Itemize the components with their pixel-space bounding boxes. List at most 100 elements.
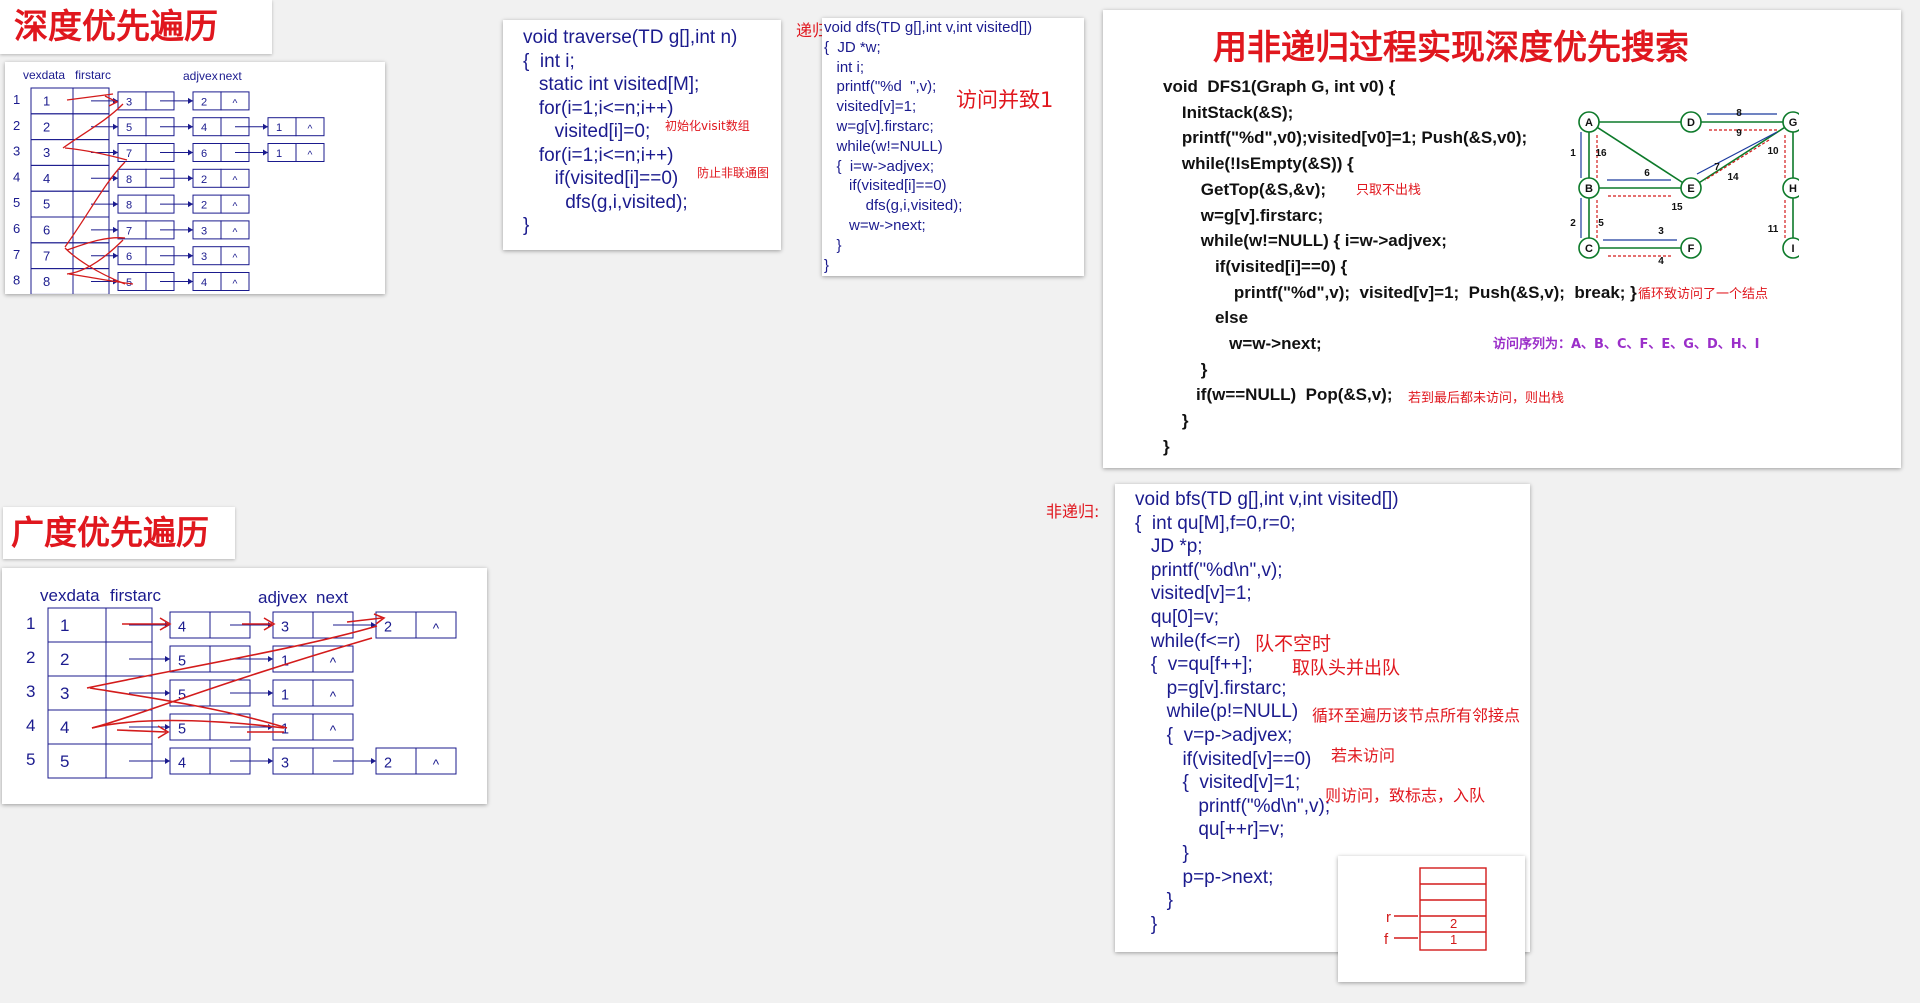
vertex-cell	[30, 87, 74, 115]
code-line: { i=w->adjvex;	[824, 157, 935, 175]
vertex-cell	[47, 641, 107, 677]
vertex-value: 2	[60, 650, 69, 669]
code-line: else	[1163, 308, 1249, 328]
adjvex-value: 1	[281, 654, 289, 670]
dfs-recursive-card: void dfs(TD g[],int v,int visited[]) { JD…	[822, 18, 1084, 276]
adjvex-value: 1	[276, 148, 282, 160]
code-line: void DFS1(Graph G, int v0) {	[1163, 77, 1396, 96]
vertex-cell	[30, 164, 74, 192]
vertex-value: 2	[43, 119, 50, 134]
code-line: void dfs(TD g[],int v,int visited[])	[824, 19, 1033, 36]
dfs-recursive-code: void dfs(TD g[],int v,int visited[]) { JD…	[824, 18, 1032, 275]
adjvex-value: 2	[201, 96, 207, 108]
null-marker: ^	[308, 124, 313, 135]
arrow-head	[188, 123, 193, 130]
vertex-cell	[30, 216, 74, 244]
arrow-head	[113, 175, 118, 182]
code-line: if(w==NULL) Pop(&S,v);	[1163, 385, 1393, 405]
null-marker: ^	[233, 176, 238, 187]
edge-label: 5	[1598, 218, 1604, 229]
code-line: }	[824, 256, 830, 274]
edge-label: 6	[1644, 168, 1650, 179]
dfs-nonrecursive-slide: 用非递归过程实现深度优先搜索 void DFS1(Graph G, int v0…	[1103, 10, 1901, 468]
code-line: void traverse(TD g[],int n)	[523, 27, 738, 48]
arrow-head	[371, 758, 376, 764]
note-unvisited: 若未访问	[1331, 746, 1396, 765]
header-firstarc: firstarc	[75, 68, 111, 82]
vertex-value: 7	[43, 248, 50, 263]
vertex-value: 5	[60, 752, 69, 771]
row-index: 2	[13, 118, 20, 133]
null-marker: ^	[233, 98, 238, 109]
graph-node-label: G	[1789, 117, 1798, 129]
row-index: 5	[13, 195, 20, 210]
header-next: next	[316, 588, 348, 607]
vertex-value: 4	[43, 171, 50, 186]
null-marker: ^	[233, 253, 238, 264]
note-loop-visited: 循环致访问了一个结点	[1638, 287, 1769, 302]
arrow-head	[188, 175, 193, 182]
code-line: printf("%d",v); visited[v]=1; Push(&S,v)…	[1163, 282, 1637, 302]
dfs-heading: 深度优先遍历	[0, 0, 272, 54]
graph-node-label: A	[1585, 117, 1593, 129]
note-queue-not-empty: 队不空时	[1255, 633, 1332, 655]
arrow-head	[263, 149, 268, 156]
adjvex-value: 8	[126, 174, 132, 186]
code-line: }	[1163, 436, 1170, 456]
arrow-head	[165, 690, 170, 696]
row-index: 2	[26, 648, 35, 667]
queue-cell-2: 2	[1450, 916, 1457, 931]
edge-label: 7	[1714, 162, 1720, 173]
arrow-head	[268, 690, 273, 696]
code-line: w=g[v].firstarc;	[824, 117, 934, 135]
arrow-head	[188, 149, 193, 156]
arrow-head	[113, 149, 118, 156]
adjvex-value: 8	[126, 200, 132, 212]
edge-label: 10	[1767, 146, 1779, 157]
code-line: while(w!=NULL)	[824, 137, 943, 155]
adjvex-cell	[169, 713, 211, 741]
code-line: { int qu[M],f=0,r=0;	[1135, 512, 1296, 534]
row-index: 6	[13, 221, 20, 236]
null-marker: ^	[233, 227, 238, 238]
graph-diagram: ABCDEFGHI11625346157148910131112	[1570, 108, 1799, 267]
arrow-head	[165, 758, 170, 764]
graph-node-label: C	[1585, 243, 1593, 255]
note-neighbor-loop: 循环至遍历该节点所有邻接点	[1312, 706, 1521, 725]
row-index: 1	[26, 614, 35, 633]
null-marker: ^	[233, 202, 238, 213]
edge-label: 15	[1671, 202, 1683, 213]
bfs-heading: 广度优先遍历	[3, 507, 235, 559]
arrow-head	[113, 123, 118, 130]
queue-label-r: r	[1386, 909, 1391, 926]
edge-label: 3	[1658, 226, 1664, 237]
adjvex-value: 3	[281, 620, 289, 636]
edge-label: 8	[1736, 108, 1742, 119]
adjvex-cell	[272, 611, 314, 639]
adjvex-cell	[375, 611, 417, 639]
adjvex-value: 5	[178, 654, 186, 670]
code-line: dfs(g,i,visited);	[523, 191, 688, 213]
note-pop: 若到最后都未访问，则出栈	[1408, 391, 1565, 406]
header-vexdata: vexdata	[23, 68, 65, 82]
note-gettop: 只取不出栈	[1356, 183, 1422, 198]
graph-node-label: H	[1789, 183, 1797, 195]
adjvex-value: 2	[201, 174, 207, 186]
note-init-visited: 初始化visit数组	[665, 119, 750, 133]
code-line: { JD *w;	[824, 38, 881, 56]
adjvex-value: 1	[281, 688, 289, 704]
adjvex-value: 3	[201, 251, 207, 263]
row-index: 3	[26, 682, 35, 701]
adjvex-value: 4	[178, 620, 186, 636]
code-line: }	[1163, 411, 1189, 431]
vertex-cell	[30, 242, 74, 270]
row-index: 1	[13, 92, 20, 107]
note-dequeue: 取队头并出队	[1292, 658, 1400, 679]
edge-label: 2	[1570, 218, 1576, 229]
vertex-cell	[47, 675, 107, 711]
graph-node-label: D	[1687, 117, 1695, 129]
null-marker: ^	[433, 621, 440, 636]
edge-label: 14	[1727, 172, 1739, 183]
arrow-head	[188, 278, 193, 285]
dfs-adjacency-list: vexdata firstarc adjvex next 1 1 3 2 ^ 2 2 5 4 1 ^ 3 3 7 6…	[5, 62, 385, 294]
